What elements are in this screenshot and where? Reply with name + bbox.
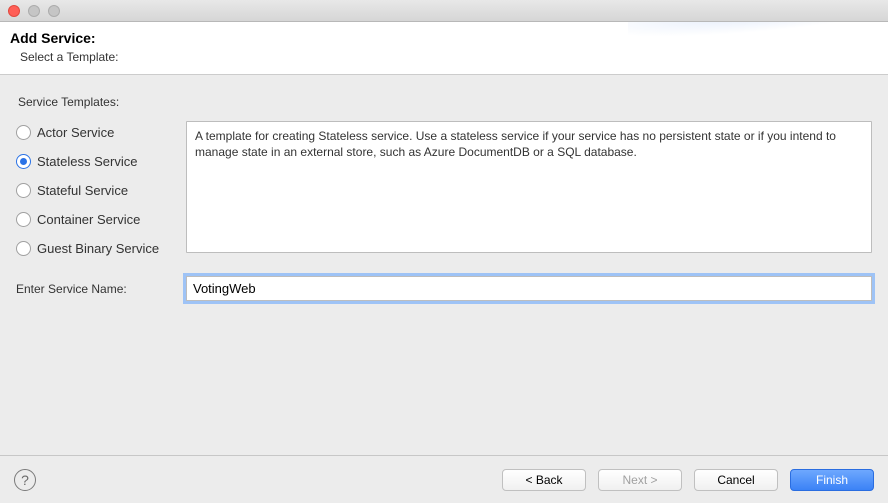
radio-stateless-label: Stateless Service <box>37 154 137 169</box>
dialog-title: Add Service: <box>10 30 878 46</box>
radio-stateful-label: Stateful Service <box>37 183 128 198</box>
dialog-footer: ? < Back Next > Cancel Finish <box>0 455 888 503</box>
template-option-stateful[interactable]: Stateful Service <box>16 183 176 198</box>
radio-container[interactable] <box>16 212 31 227</box>
service-name-input[interactable] <box>186 276 872 301</box>
dialog-content: Service Templates: Actor Service Statele… <box>0 75 888 315</box>
template-option-container[interactable]: Container Service <box>16 212 176 227</box>
template-option-actor[interactable]: Actor Service <box>16 125 176 140</box>
radio-actor[interactable] <box>16 125 31 140</box>
back-button[interactable]: < Back <box>502 469 586 491</box>
templates-label: Service Templates: <box>14 95 874 121</box>
radio-guest[interactable] <box>16 241 31 256</box>
window-titlebar <box>0 0 888 22</box>
help-icon[interactable]: ? <box>14 469 36 491</box>
cancel-button[interactable]: Cancel <box>694 469 778 491</box>
footer-buttons: < Back Next > Cancel Finish <box>502 469 874 491</box>
service-name-row: Enter Service Name: <box>14 276 874 301</box>
template-radio-list: Actor Service Stateless Service Stateful… <box>16 121 176 256</box>
next-button: Next > <box>598 469 682 491</box>
minimize-icon <box>28 5 40 17</box>
dialog-header: Add Service: Select a Template: <box>0 22 888 75</box>
finish-button[interactable]: Finish <box>790 469 874 491</box>
service-name-label: Enter Service Name: <box>16 282 174 296</box>
radio-guest-label: Guest Binary Service <box>37 241 159 256</box>
radio-actor-label: Actor Service <box>37 125 114 140</box>
template-option-guest[interactable]: Guest Binary Service <box>16 241 176 256</box>
close-icon[interactable] <box>8 5 20 17</box>
templates-row: Actor Service Stateless Service Stateful… <box>14 121 874 276</box>
templates-panel: Service Templates: Actor Service Statele… <box>14 89 874 301</box>
radio-stateless[interactable] <box>16 154 31 169</box>
template-description: A template for creating Stateless servic… <box>186 121 872 253</box>
radio-stateful[interactable] <box>16 183 31 198</box>
dialog-subtitle: Select a Template: <box>10 50 878 64</box>
template-option-stateless[interactable]: Stateless Service <box>16 154 176 169</box>
maximize-icon <box>48 5 60 17</box>
radio-container-label: Container Service <box>37 212 140 227</box>
